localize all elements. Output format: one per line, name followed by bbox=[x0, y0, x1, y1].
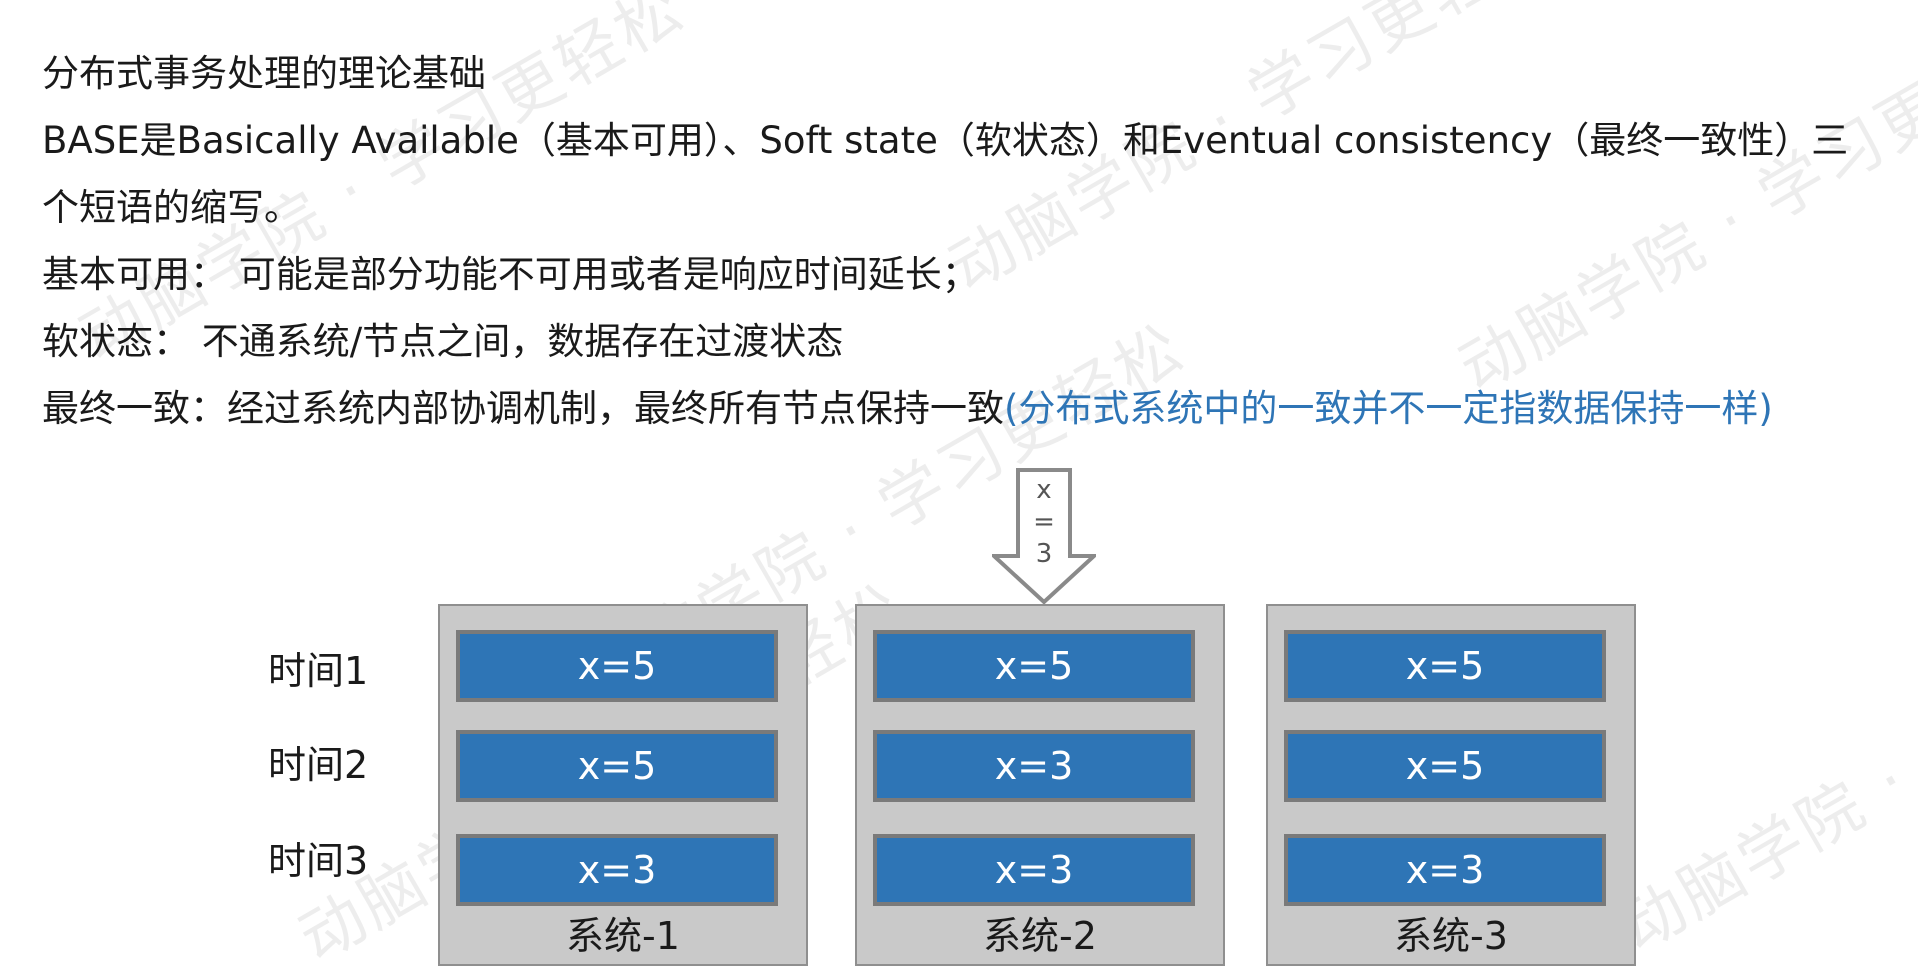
system-2-cell-time-2: x=3 bbox=[873, 730, 1195, 802]
system-3-cell-time-2: x=5 bbox=[1284, 730, 1606, 802]
arrow-label: x = 3 bbox=[1018, 474, 1070, 570]
system-3-box: x=5 x=5 x=3 系统-3 bbox=[1266, 604, 1636, 966]
slide-title: 分布式事务处理的理论基础 bbox=[42, 52, 486, 95]
arrow-label-eq: = bbox=[1033, 507, 1055, 537]
system-3-cell-time-1: x=5 bbox=[1284, 630, 1606, 702]
slide: 动脑学院 · 学习更轻松 动脑学院 · 学习更轻松 动脑学院 · 学习更轻松 动… bbox=[0, 0, 1918, 968]
system-3-label: 系统-3 bbox=[1394, 914, 1508, 958]
system-1-box: x=5 x=5 x=3 系统-1 bbox=[438, 604, 808, 966]
watermark: 动脑学院 · 学习更轻松 bbox=[1607, 560, 1918, 968]
system-1-cell-time-3: x=3 bbox=[456, 834, 778, 906]
arrow-label-var: x bbox=[1036, 475, 1052, 505]
time-label-1: 时间1 bbox=[268, 649, 369, 693]
system-1-cell-time-2: x=5 bbox=[456, 730, 778, 802]
soft-state-text: 软状态： 不通系统/节点之间，数据存在过渡状态 bbox=[42, 320, 844, 363]
system-2-cell-time-3: x=3 bbox=[873, 834, 1195, 906]
eventual-consistency-note: (分布式系统中的一致并不一定指数据保持一样) bbox=[1004, 387, 1773, 430]
time-label-2: 时间2 bbox=[268, 743, 369, 787]
eventual-consistency-text: 最终一致：经过系统内部协调机制，最终所有节点保持一致(分布式系统中的一致并不一定… bbox=[42, 375, 1862, 442]
system-2-box: x=5 x=3 x=3 系统-2 bbox=[855, 604, 1225, 966]
basic-available-text: 基本可用： 可能是部分功能不可用或者是响应时间延长； bbox=[42, 253, 979, 296]
eventual-consistency-main: 最终一致：经过系统内部协调机制，最终所有节点保持一致 bbox=[42, 387, 1004, 430]
system-2-label: 系统-2 bbox=[983, 914, 1097, 958]
base-definition-line-2: 个短语的缩写。 bbox=[42, 186, 301, 229]
arrow-label-value: 3 bbox=[1035, 539, 1053, 569]
system-2-cell-time-1: x=5 bbox=[873, 630, 1195, 702]
text-block: 分布式事务处理的理论基础 BASE是Basically Available（基本… bbox=[42, 40, 1862, 442]
time-label-3: 时间3 bbox=[268, 839, 369, 883]
system-1-label: 系统-1 bbox=[566, 914, 680, 958]
system-3-cell-time-3: x=3 bbox=[1284, 834, 1606, 906]
system-1-cell-time-1: x=5 bbox=[456, 630, 778, 702]
base-definition-line-1: BASE是Basically Available（基本可用）、Soft stat… bbox=[42, 119, 1849, 162]
